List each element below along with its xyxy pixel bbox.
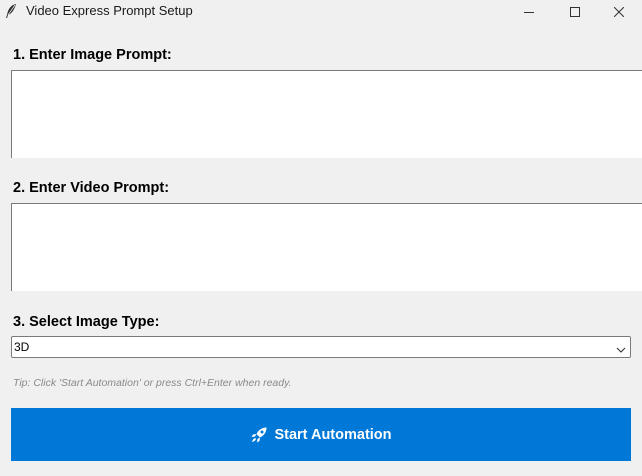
image-type-label: 3. Select Image Type: <box>13 314 160 330</box>
close-button[interactable] <box>596 0 642 24</box>
video-prompt-label: 2. Enter Video Prompt: <box>13 180 170 196</box>
image-prompt-label: 1. Enter Image Prompt: <box>13 47 172 63</box>
start-automation-label: Start Automation <box>274 426 392 443</box>
tip-text: Tip: Click 'Start Automation' or press C… <box>13 377 292 389</box>
maximize-icon <box>570 7 580 17</box>
maximize-button[interactable] <box>552 0 598 24</box>
rocket-icon <box>250 426 268 444</box>
minimize-button[interactable] <box>506 0 552 24</box>
title-bar[interactable]: Video Express Prompt Setup <box>0 0 642 24</box>
chevron-down-icon[interactable] <box>616 342 626 353</box>
close-icon <box>614 7 624 17</box>
feather-icon <box>4 3 18 19</box>
start-automation-button[interactable]: Start Automation <box>11 408 631 461</box>
window-title: Video Express Prompt Setup <box>26 3 193 18</box>
app-window: Video Express Prompt Setup 1. Enter Imag… <box>0 0 642 476</box>
image-prompt-input[interactable] <box>11 70 642 158</box>
image-type-selected-value: 3D <box>14 340 30 354</box>
video-prompt-input[interactable] <box>11 203 642 291</box>
minimize-icon <box>524 12 534 13</box>
image-type-select[interactable]: 3D <box>11 336 631 358</box>
